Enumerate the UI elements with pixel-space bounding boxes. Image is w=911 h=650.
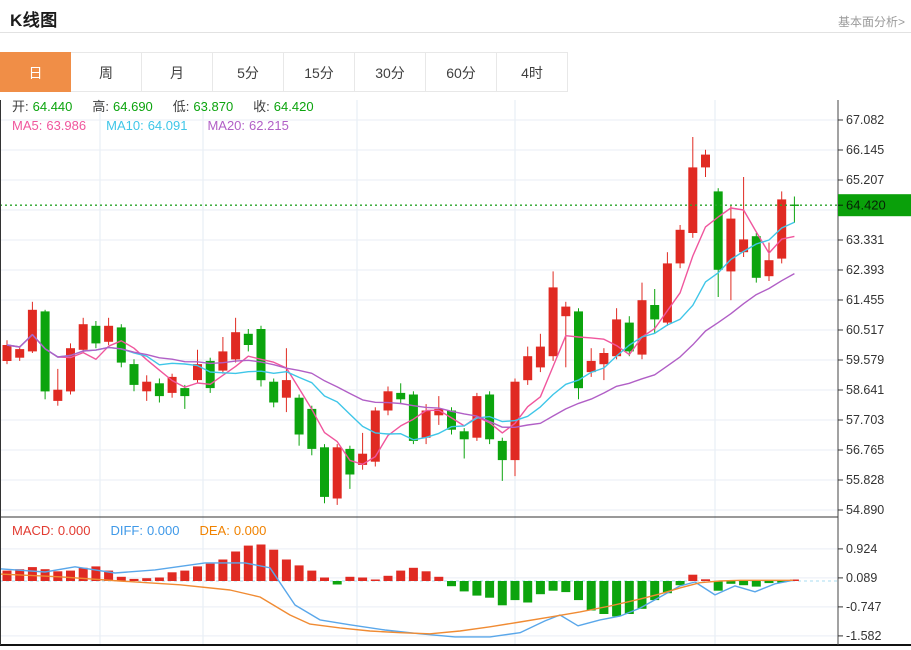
page-header: K线图 基本面分析> [0,0,911,33]
y-axis-label: 60.517 [846,323,884,337]
page-title: K线图 [10,11,58,30]
y-axis-label: 61.455 [846,293,884,307]
y-axis-label: 56.765 [846,443,884,457]
y-axis-label: 63.331 [846,233,884,247]
tab-interval-1[interactable]: 周 [71,52,142,92]
tab-interval-3[interactable]: 5分 [213,52,284,92]
chart-area: 开: 64.440 高: 64.690 低: 63.870 收: 64.420 MA5: 63.… [0,92,911,650]
kline-page: K线图 基本面分析> 日周月 5分 15分 30分 60分 4时 开: 64.440 高: 64… [0,0,911,650]
tab-interval-0[interactable]: 日 [0,52,71,92]
y-axis-label: 59.579 [846,353,884,367]
tab-interval-5[interactable]: 30分 [355,52,426,92]
y-axis-label: 0.924 [846,542,877,556]
current-price-tag: 64.420 [838,194,911,217]
tab-interval-4[interactable]: 15分 [284,52,355,92]
y-axis-label: 58.641 [846,383,884,397]
y-axis-label: -0.747 [846,600,881,614]
y-axis-label: 67.082 [846,113,884,127]
y-axis-label: -1.582 [846,629,881,643]
tab-interval-7[interactable]: 4时 [497,52,568,92]
y-axis-label: 57.703 [846,413,884,427]
y-axis-label: 66.145 [846,143,884,157]
fundamental-analysis-link[interactable]: 基本面分析> [838,13,905,30]
y-axis-label: 65.207 [846,173,884,187]
tab-interval-2[interactable]: 月 [142,52,213,92]
chart-canvas[interactable]: 67.082 66.145 65.207 63.331 62.393 61.455 60.5… [0,92,911,650]
interval-tab-bar: 日周月 5分 15分 30分 60分 4时 [0,52,911,92]
svg-text:64.420: 64.420 [846,198,886,213]
y-axis-label: 54.890 [846,503,884,517]
y-axis-label: 62.393 [846,263,884,277]
y-axis-label: 55.828 [846,473,884,487]
y-axis-label: 0.089 [846,571,877,585]
tab-interval-6[interactable]: 60分 [426,52,497,92]
